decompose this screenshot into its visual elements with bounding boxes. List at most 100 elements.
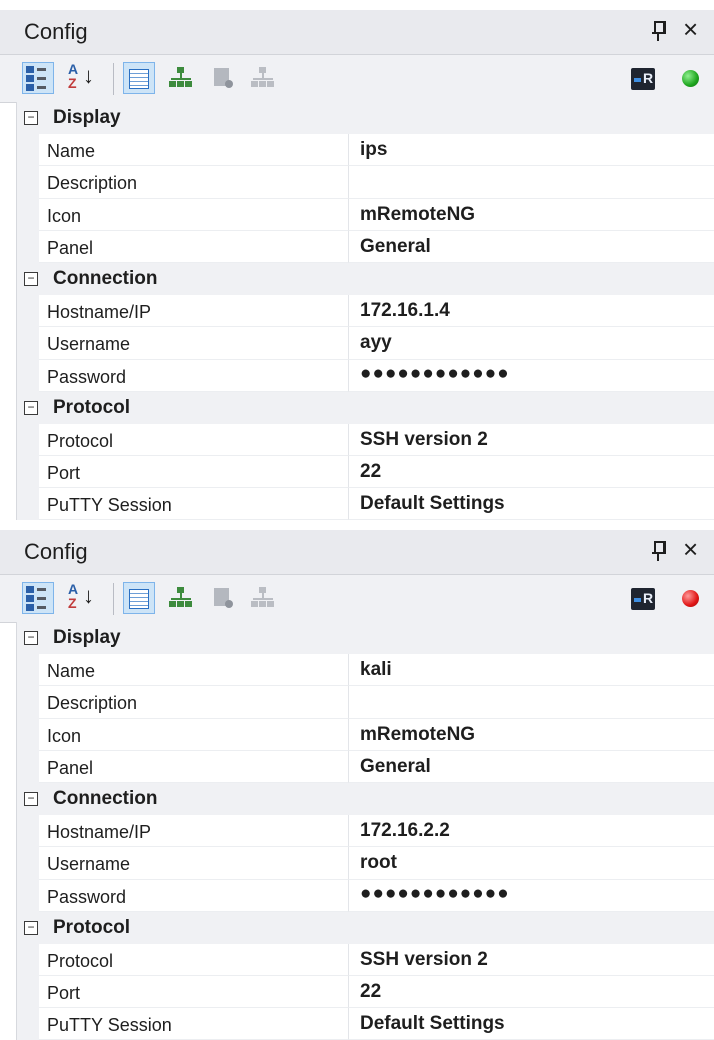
property-name-cell[interactable]: Icon <box>39 718 349 751</box>
property-row[interactable]: Icon mRemoteNG <box>17 718 714 751</box>
category-row[interactable]: − Protocol <box>17 391 714 424</box>
property-value[interactable]: kali <box>360 659 392 681</box>
close-icon[interactable]: × <box>683 534 698 564</box>
property-value[interactable]: ips <box>360 139 387 161</box>
property-name-cell[interactable]: Name <box>39 654 349 687</box>
property-value-cell[interactable]: 22 <box>349 976 714 1009</box>
property-value-cell[interactable]: Default Settings <box>349 1008 714 1040</box>
property-value-cell[interactable]: 172.16.2.2 <box>349 815 714 848</box>
rdp-host-status-icon[interactable]: R <box>631 68 655 90</box>
category-row[interactable]: − Display <box>17 102 714 135</box>
default-properties-icon[interactable] <box>209 63 239 93</box>
property-value-cell[interactable]: kali <box>349 654 714 687</box>
property-value-cell[interactable]: mRemoteNG <box>349 719 714 751</box>
property-value-cell[interactable]: ●●●●●●●●●●●● <box>349 360 714 392</box>
property-row[interactable]: Protocol SSH version 2 <box>17 943 714 977</box>
categorized-view-icon[interactable] <box>22 582 54 614</box>
property-value[interactable]: 22 <box>360 461 381 483</box>
property-row[interactable]: Protocol SSH version 2 <box>17 423 714 457</box>
inheritance-tree-icon[interactable] <box>166 583 196 613</box>
property-value[interactable]: Default Settings <box>360 493 505 515</box>
collapse-icon[interactable]: − <box>24 791 38 806</box>
pin-icon[interactable] <box>652 21 666 41</box>
property-value[interactable]: ●●●●●●●●●●●● <box>360 883 510 905</box>
property-value[interactable]: Default Settings <box>360 1013 505 1035</box>
category-row[interactable]: − Display <box>17 622 714 655</box>
property-row[interactable]: Password ●●●●●●●●●●●● <box>17 359 714 392</box>
property-name-cell[interactable]: Hostname/IP <box>39 815 349 848</box>
property-row[interactable]: Hostname/IP 172.16.1.4 <box>17 295 714 328</box>
property-name-cell[interactable]: Hostname/IP <box>39 295 349 328</box>
property-name-cell[interactable]: Password <box>39 879 349 912</box>
property-value-cell[interactable] <box>349 166 714 199</box>
property-row[interactable]: Username ayy <box>17 327 714 360</box>
property-row[interactable]: Name kali <box>17 654 714 687</box>
property-value-cell[interactable]: SSH version 2 <box>349 424 714 457</box>
property-row[interactable]: Description <box>17 686 714 719</box>
property-row[interactable]: PuTTY Session Default Settings <box>17 1008 714 1040</box>
property-value-cell[interactable]: 22 <box>349 456 714 489</box>
property-row[interactable]: Port 22 <box>17 456 714 489</box>
collapse-icon[interactable]: − <box>24 920 38 935</box>
collapse-icon[interactable]: − <box>24 400 38 415</box>
property-value-cell[interactable]: root <box>349 847 714 880</box>
property-value[interactable]: ayy <box>360 332 392 354</box>
property-row[interactable]: Name ips <box>17 134 714 167</box>
collapse-icon[interactable]: − <box>24 271 38 286</box>
property-value[interactable]: General <box>360 236 431 258</box>
default-inheritance-icon[interactable] <box>248 63 278 93</box>
alphabetical-sort-icon[interactable]: A Z ↓ <box>66 61 96 93</box>
property-row[interactable]: Hostname/IP 172.16.2.2 <box>17 815 714 848</box>
property-name-cell[interactable]: Panel <box>39 750 349 783</box>
collapse-icon[interactable]: − <box>24 111 38 125</box>
property-value-cell[interactable]: ayy <box>349 327 714 360</box>
property-name-cell[interactable]: Name <box>39 134 349 167</box>
property-value[interactable]: mRemoteNG <box>360 724 475 746</box>
property-value[interactable]: SSH version 2 <box>360 949 488 971</box>
property-value[interactable]: 172.16.2.2 <box>360 820 450 842</box>
categorized-view-icon[interactable] <box>22 62 54 94</box>
property-name-cell[interactable]: PuTTY Session <box>39 1008 349 1040</box>
property-name-cell[interactable]: Protocol <box>39 943 349 977</box>
property-name-cell[interactable]: Port <box>39 456 349 489</box>
property-value[interactable]: ●●●●●●●●●●●● <box>360 363 510 385</box>
close-icon[interactable]: × <box>683 14 698 44</box>
property-row[interactable]: PuTTY Session Default Settings <box>17 488 714 521</box>
properties-grid-icon[interactable] <box>123 582 155 614</box>
property-name-cell[interactable]: Username <box>39 327 349 360</box>
property-row[interactable]: Username root <box>17 847 714 880</box>
property-value-cell[interactable]: General <box>349 751 714 783</box>
property-row[interactable]: Panel General <box>17 750 714 783</box>
property-value-cell[interactable] <box>349 686 714 719</box>
property-value-cell[interactable]: ips <box>349 134 714 167</box>
property-value[interactable]: root <box>360 852 397 874</box>
property-value[interactable]: General <box>360 756 431 778</box>
properties-grid-icon[interactable] <box>123 62 155 94</box>
collapse-icon[interactable]: − <box>24 631 38 645</box>
property-name-cell[interactable]: Description <box>39 686 349 719</box>
property-name-cell[interactable]: PuTTY Session <box>39 488 349 521</box>
alphabetical-sort-icon[interactable]: A Z ↓ <box>66 581 96 613</box>
default-properties-icon[interactable] <box>209 583 239 613</box>
category-row[interactable]: − Connection <box>17 782 714 816</box>
property-row[interactable]: Description <box>17 166 714 199</box>
property-name-cell[interactable]: Protocol <box>39 423 349 457</box>
rdp-host-status-icon[interactable]: R <box>631 588 655 610</box>
property-value-cell[interactable]: General <box>349 231 714 263</box>
default-inheritance-icon[interactable] <box>248 583 278 613</box>
inheritance-tree-icon[interactable] <box>166 63 196 93</box>
property-value-cell[interactable]: mRemoteNG <box>349 199 714 231</box>
property-value-cell[interactable]: SSH version 2 <box>349 944 714 977</box>
property-name-cell[interactable]: Port <box>39 976 349 1009</box>
property-row[interactable]: Panel General <box>17 230 714 263</box>
property-name-cell[interactable]: Icon <box>39 198 349 231</box>
property-name-cell[interactable]: Description <box>39 166 349 199</box>
category-row[interactable]: − Connection <box>17 262 714 296</box>
property-value[interactable]: mRemoteNG <box>360 204 475 226</box>
property-name-cell[interactable]: Username <box>39 847 349 880</box>
category-row[interactable]: − Protocol <box>17 911 714 944</box>
property-value[interactable]: 22 <box>360 981 381 1003</box>
property-row[interactable]: Icon mRemoteNG <box>17 198 714 231</box>
property-value[interactable]: SSH version 2 <box>360 429 488 451</box>
property-value[interactable]: 172.16.1.4 <box>360 300 450 322</box>
